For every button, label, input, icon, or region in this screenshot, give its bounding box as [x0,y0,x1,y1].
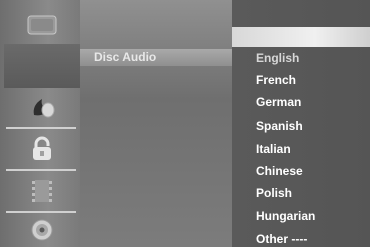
option-other[interactable]: Other ---- [256,232,307,246]
menu-item-disc-audio[interactable]: Disc Audio [80,49,232,66]
dvd-icon [31,219,53,241]
option-chinese[interactable]: Chinese [256,164,303,178]
film-icon [32,180,52,202]
option-german[interactable]: German [256,95,301,109]
option-polish[interactable]: Polish [256,186,292,200]
disc-icon [27,15,57,35]
sidebar-item-language[interactable] [4,90,80,124]
option-spanish[interactable]: Spanish [256,119,303,133]
sidebar-divider [6,127,76,129]
language-icon [33,99,55,118]
setup-menu-screen: Disc Audio English French German Spanish… [0,0,370,247]
submenu-panel: Disc Audio [80,0,232,247]
sidebar-item-dvd[interactable] [4,215,80,245]
option-english[interactable]: English [256,51,299,65]
sidebar-item-film[interactable] [4,174,80,208]
frame-border [370,0,375,247]
sidebar [0,0,80,247]
sidebar-item-disc[interactable] [4,8,80,42]
osd-frame: Disc Audio English French German Spanish… [0,0,375,247]
sidebar-item-lock[interactable] [4,132,80,166]
selection-highlight [232,27,370,47]
sidebar-divider [6,211,76,213]
sidebar-item-active[interactable] [4,44,80,88]
options-list: English French German Spanish Italian Ch… [232,0,370,247]
option-french[interactable]: French [256,73,296,87]
sidebar-divider [6,169,76,171]
option-hungarian[interactable]: Hungarian [256,209,315,223]
option-italian[interactable]: Italian [256,142,291,156]
lock-icon [33,136,51,160]
